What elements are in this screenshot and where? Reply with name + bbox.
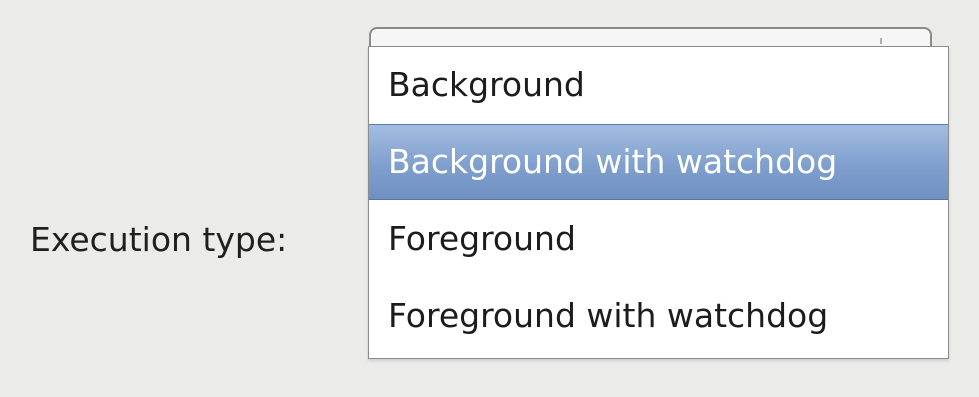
execution-type-combobox[interactable] [369,27,932,47]
option-foreground-with-watchdog[interactable]: Foreground with watchdog [369,278,948,354]
option-background[interactable]: Background [369,47,948,123]
execution-type-dropdown-list: Background Background with watchdog Fore… [368,46,949,359]
execution-type-label: Execution type: [30,220,288,259]
option-background-with-watchdog[interactable]: Background with watchdog [369,124,948,200]
option-foreground[interactable]: Foreground [369,201,948,277]
dropdown-arrow-icon[interactable] [880,38,882,44]
dialog-area: Execution type: Background Background wi… [0,0,979,397]
